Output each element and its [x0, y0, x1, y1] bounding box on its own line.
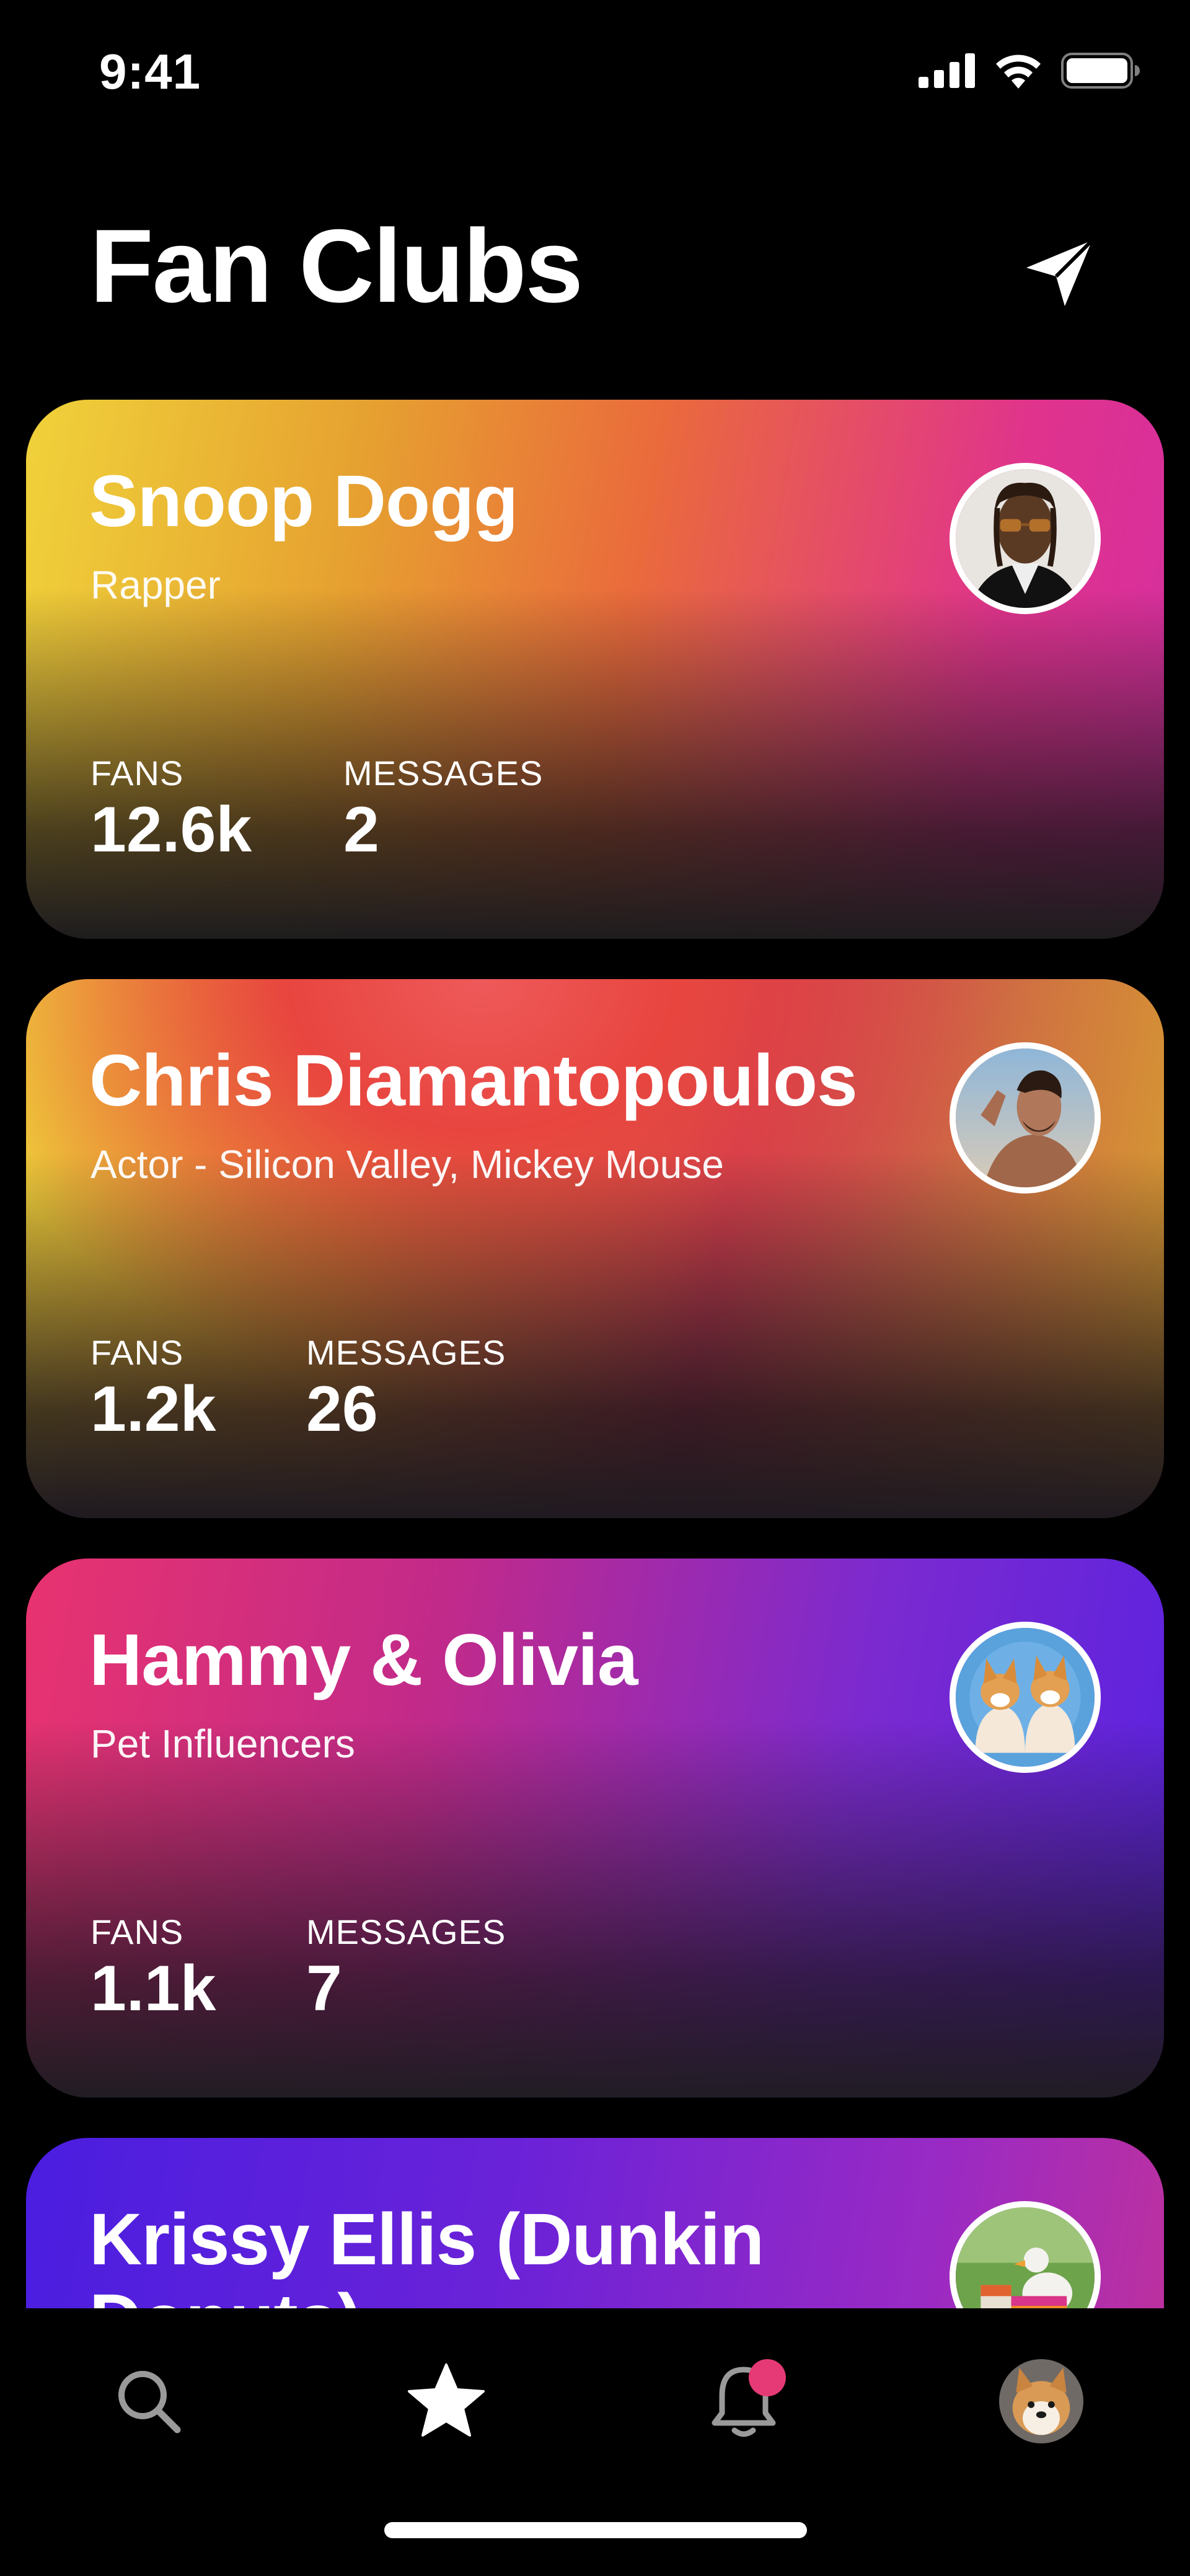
club-avatar [950, 463, 1101, 614]
fans-label: FANS [90, 1912, 184, 1951]
fan-club-card[interactable]: Chris Diamantopoulos Actor - Silicon Val… [26, 979, 1164, 1518]
messages-count: 26 [306, 1373, 378, 1445]
club-name: Krissy Ellis (Dunkin Donuts) [89, 2199, 764, 2308]
messages-label: MESSAGES [343, 754, 544, 793]
tab-search[interactable] [99, 2352, 198, 2451]
notification-badge [749, 2359, 786, 2396]
club-name: Hammy & Olivia [89, 1619, 638, 1701]
club-subtitle: Rapper [90, 563, 221, 607]
club-name: Chris Diamantopoulos [89, 1040, 858, 1122]
club-avatar [950, 2201, 1101, 2308]
club-subtitle: Actor - Silicon Valley, Mickey Mouse [90, 1142, 724, 1187]
fans-stat: FANS 1.2k [90, 1332, 216, 1443]
club-avatar [950, 1042, 1101, 1193]
tab-notifications[interactable] [694, 2352, 793, 2451]
messages-count: 2 [343, 794, 379, 866]
messages-stat: MESSAGES 26 [306, 1332, 506, 1443]
fans-count: 12.6k [90, 794, 252, 866]
battery-icon [1061, 53, 1140, 89]
tab-bar [0, 2308, 1190, 2576]
fan-club-card[interactable]: Snoop Dogg Rapper FANS 12.6k MESSAGES 2 [26, 400, 1164, 939]
star-icon [408, 2363, 485, 2437]
club-avatar [950, 1622, 1101, 1773]
status-time: 9:41 [99, 44, 201, 99]
page-title: Fan Clubs [90, 208, 583, 324]
fans-label: FANS [90, 754, 184, 793]
fan-clubs-screen: 9:41 Fan Clubs Snoop Dogg Rapper FANS 12… [0, 0, 1190, 2576]
home-indicator [384, 2522, 807, 2538]
fan-club-list: Snoop Dogg Rapper FANS 12.6k MESSAGES 2 [0, 400, 1190, 2308]
messages-stat: MESSAGES 2 [343, 753, 543, 864]
tab-profile[interactable] [992, 2352, 1091, 2451]
fan-club-card[interactable]: Hammy & Olivia Pet Influencers FANS 1.1k… [26, 1558, 1164, 2098]
messages-count: 7 [306, 1953, 342, 2024]
messages-label: MESSAGES [306, 1912, 506, 1951]
messages-label: MESSAGES [306, 1333, 506, 1372]
club-subtitle: Pet Influencers [90, 1721, 355, 1766]
status-icons [919, 53, 1140, 89]
send-message-button[interactable] [1016, 229, 1103, 316]
fans-count: 1.2k [90, 1373, 216, 1445]
profile-avatar [999, 2359, 1083, 2443]
search-icon [118, 2371, 181, 2433]
fans-stat: FANS 12.6k [90, 753, 252, 864]
club-name: Snoop Dogg [89, 460, 518, 542]
messages-stat: MESSAGES 7 [306, 1912, 506, 2023]
wifi-icon [996, 55, 1041, 89]
fan-club-card[interactable]: Krissy Ellis (Dunkin Donuts) [26, 2138, 1164, 2308]
header: Fan Clubs [0, 204, 1190, 341]
status-bar: 9:41 [0, 0, 1190, 149]
fans-label: FANS [90, 1333, 184, 1372]
fans-count: 1.1k [90, 1953, 216, 2024]
fans-stat: FANS 1.1k [90, 1912, 216, 2023]
tab-fan-clubs[interactable] [397, 2352, 496, 2451]
paper-plane-icon [1026, 239, 1094, 306]
cellular-signal-icon [919, 53, 975, 88]
